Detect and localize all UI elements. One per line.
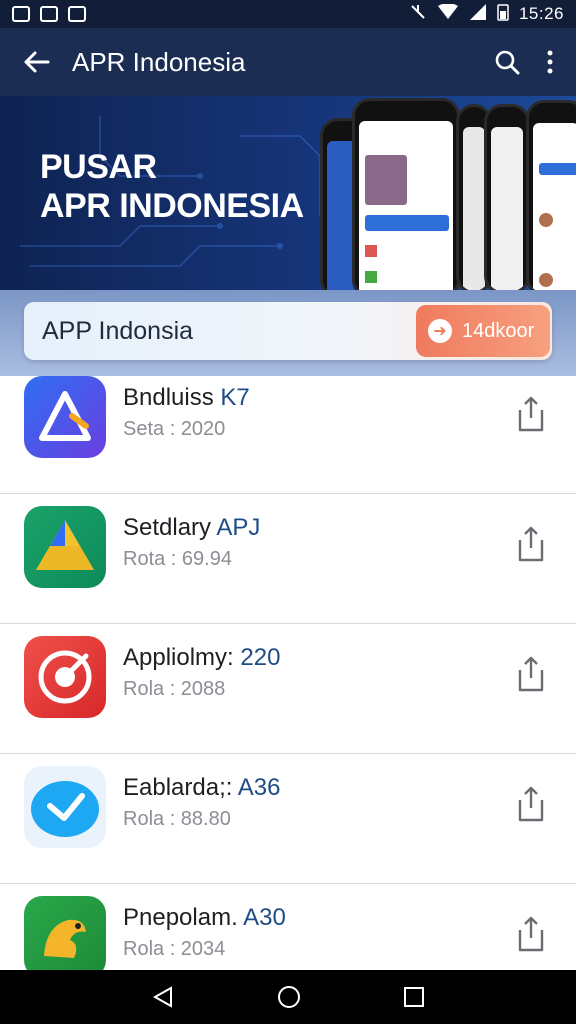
drive-triangle-icon xyxy=(24,506,106,588)
app-name: Pnepolam. A30 xyxy=(123,904,286,931)
nav-home-icon[interactable] xyxy=(277,985,301,1009)
system-nav-bar xyxy=(0,970,576,1024)
app-name: Eablarda;: A36 xyxy=(123,774,281,801)
notification-icon xyxy=(68,6,86,22)
clock: 15:26 xyxy=(518,4,564,23)
nav-back-icon[interactable] xyxy=(151,985,175,1009)
arrow-left-icon[interactable] xyxy=(0,50,72,74)
app-name: Bndluiss K7 xyxy=(123,384,250,411)
signal-icon xyxy=(469,3,487,25)
app-subtitle: Rola : 2034 xyxy=(123,938,226,960)
share-icon[interactable] xyxy=(514,914,548,954)
bird-app-icon xyxy=(24,766,106,848)
notification-icon xyxy=(12,6,30,22)
app-subtitle: Seta : 2020 xyxy=(123,418,226,440)
app-list: Bndluiss K7 Seta : 2020 Setdlary APJ Rot… xyxy=(0,376,576,970)
search-input[interactable]: APP Indonsia ➜ 14dkoor xyxy=(24,302,552,360)
phone-mockup xyxy=(484,104,530,294)
app-name: Appliolmy: 220 xyxy=(123,644,281,671)
phone-mockup xyxy=(352,98,460,294)
wifi-icon xyxy=(437,2,459,25)
page-title: APR Indonesia xyxy=(72,46,246,77)
dragon-app-icon xyxy=(24,896,106,970)
notification-icon xyxy=(40,6,58,22)
app-name: Setdlary APJ xyxy=(123,514,261,541)
download-button[interactable]: ➜ 14dkoor xyxy=(416,305,550,357)
battery-icon xyxy=(497,3,509,26)
list-item[interactable]: Pnepolam. A30 Rola : 2034 xyxy=(0,884,576,970)
banner-headline: PUSAR APR INDONESIA xyxy=(40,148,304,226)
status-bar: 15:26 xyxy=(0,0,576,28)
banner-line-2: APR INDONESIA xyxy=(40,187,304,226)
download-icon: ➜ xyxy=(428,319,452,343)
share-icon[interactable] xyxy=(514,784,548,824)
nav-recents-icon[interactable] xyxy=(403,986,425,1008)
banner-line-1: PUSAR xyxy=(40,148,157,186)
share-icon[interactable] xyxy=(514,524,548,564)
list-item[interactable]: Eablarda;: A36 Rola : 88.80 xyxy=(0,754,576,884)
search-placeholder: APP Indonsia xyxy=(42,317,194,345)
app-bar: APR Indonesia xyxy=(0,28,576,96)
share-icon[interactable] xyxy=(514,394,548,434)
promo-banner: PUSAR APR INDONESIA xyxy=(0,96,576,294)
mute-icon xyxy=(409,3,427,26)
more-vert-icon[interactable] xyxy=(546,50,554,74)
phone-mockup xyxy=(526,100,576,294)
target-app-icon xyxy=(24,636,106,718)
app-subtitle: Rola : 88.80 xyxy=(123,808,231,830)
list-item[interactable]: Bndluiss K7 Seta : 2020 xyxy=(0,376,576,494)
app-subtitle: Rota : 69.94 xyxy=(123,548,232,570)
list-item[interactable]: Setdlary APJ Rota : 69.94 xyxy=(0,494,576,624)
download-button-label: 14dkoor xyxy=(462,319,535,342)
share-icon[interactable] xyxy=(514,654,548,694)
list-item[interactable]: Appliolmy: 220 Rola : 2088 xyxy=(0,624,576,754)
search-icon[interactable] xyxy=(494,49,520,75)
triangle-app-icon xyxy=(24,376,106,458)
search-section: APP Indonsia ➜ 14dkoor xyxy=(0,290,576,376)
app-subtitle: Rola : 2088 xyxy=(123,678,226,700)
